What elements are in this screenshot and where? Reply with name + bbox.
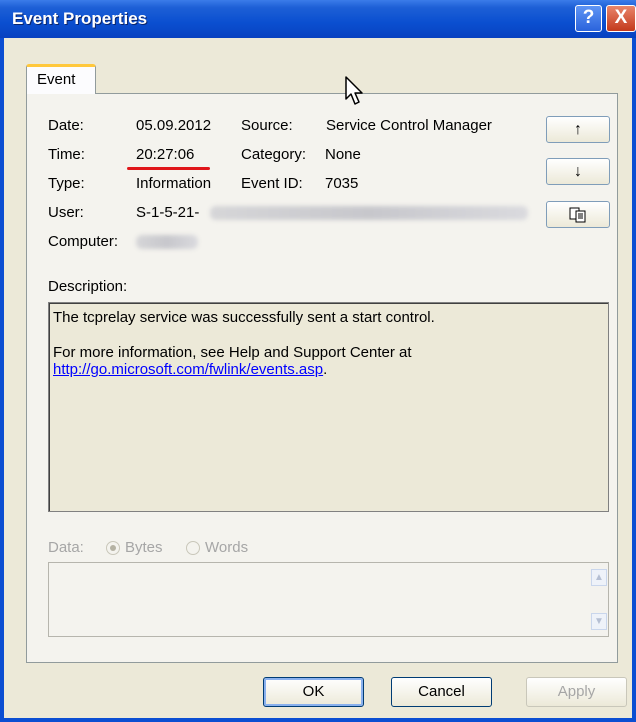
link-suffix: . [323, 361, 328, 378]
close-icon: X [614, 7, 628, 28]
words-radio[interactable] [186, 541, 200, 555]
help-button[interactable]: ? [575, 5, 602, 32]
help-link[interactable]: http://go.microsoft.com/fwlink/events.as… [53, 361, 323, 378]
time-value: 20:27:06 [136, 146, 195, 163]
close-button[interactable]: X [606, 5, 636, 32]
mouse-cursor-icon [345, 76, 363, 105]
bytes-radio[interactable] [106, 541, 120, 555]
date-label: Date: [48, 117, 84, 134]
category-label: Category: [241, 146, 307, 163]
apply-button[interactable]: Apply [526, 677, 627, 707]
date-value: 05.09.2012 [136, 117, 212, 134]
event-properties-window: Event Properties ? X Event Date: Time: T… [0, 0, 636, 722]
user-value: S-1-5-21- [136, 204, 200, 221]
help-icon: ? [582, 7, 595, 28]
type-value: Information [136, 175, 212, 192]
window-frame-left [0, 38, 4, 722]
time-label: Time: [48, 146, 85, 163]
window-frame-bottom [0, 718, 636, 722]
copy-icon [569, 207, 586, 223]
source-value: Service Control Manager [326, 117, 492, 134]
event-id-value: 7035 [325, 175, 359, 192]
data-textbox[interactable]: ▲ ▼ [48, 562, 609, 637]
scroll-down-arrow-icon[interactable]: ▼ [591, 613, 607, 630]
source-label: Source: [241, 117, 293, 134]
arrow-down-icon: ↓ [574, 163, 582, 180]
computer-label: Computer: [48, 233, 119, 250]
bytes-radio-label: Bytes [125, 539, 163, 556]
next-event-button[interactable]: ↓ [546, 158, 610, 185]
category-value: None [325, 146, 361, 163]
ok-button[interactable]: OK [263, 677, 364, 707]
user-sid-redacted [210, 206, 528, 220]
computer-value-redacted [136, 235, 198, 249]
window-frame-right [632, 38, 636, 722]
event-id-label: Event ID: [241, 175, 303, 192]
data-scrollbar[interactable]: ▲ ▼ [590, 563, 608, 636]
description-line-1: The tcprelay service was successfully se… [53, 309, 435, 326]
data-label: Data: [48, 539, 84, 556]
title-bar[interactable]: Event Properties ? X [0, 0, 636, 38]
description-textbox[interactable]: The tcprelay service was successfully se… [48, 302, 609, 512]
cancel-button[interactable]: Cancel [391, 677, 492, 707]
previous-event-button[interactable]: ↑ [546, 116, 610, 143]
description-label: Description: [48, 278, 128, 295]
user-label: User: [48, 204, 84, 221]
tab-event[interactable]: Event [26, 64, 96, 94]
tab-event-label: Event [37, 71, 76, 88]
type-label: Type: [48, 175, 85, 192]
arrow-up-icon: ↑ [574, 121, 582, 138]
copy-button[interactable] [546, 201, 610, 228]
words-radio-label: Words [205, 539, 249, 556]
scroll-up-arrow-icon[interactable]: ▲ [591, 569, 607, 586]
window-title: Event Properties [12, 9, 148, 28]
time-underline-annotation [127, 167, 210, 170]
description-line-2: For more information, see Help and Suppo… [53, 344, 412, 361]
